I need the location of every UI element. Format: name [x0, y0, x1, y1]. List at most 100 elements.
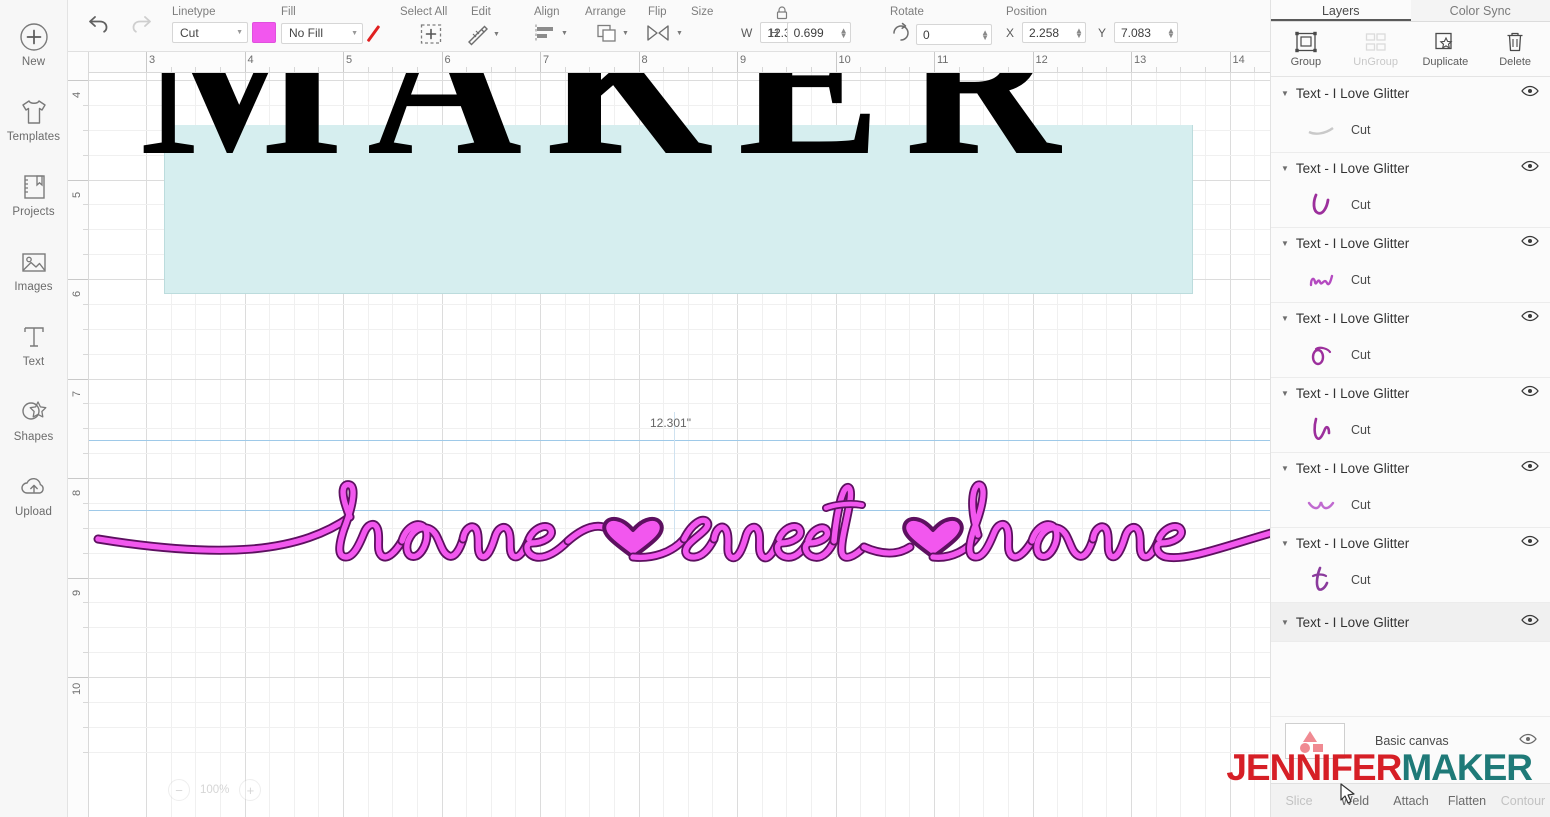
layer-header[interactable]: ▼ Text - I Love Glitter [1271, 528, 1550, 558]
eye-icon[interactable] [1521, 84, 1539, 102]
layer-sublayer[interactable]: Cut [1271, 258, 1550, 302]
layer-header[interactable]: ▼ Text - I Love Glitter [1271, 303, 1550, 333]
layer-header[interactable]: ▼ Text - I Love Glitter [1271, 153, 1550, 183]
layer-thumbnail [1307, 191, 1335, 219]
eye-icon[interactable] [1521, 613, 1539, 631]
sidebar-item-upload[interactable]: Upload [0, 456, 68, 531]
sidebar-item-projects[interactable]: Projects [0, 156, 68, 231]
linetype-select[interactable]: Cut ▼ [172, 22, 248, 43]
layer-group[interactable]: ▼ Text - I Love Glitter Cut [1271, 528, 1550, 603]
undo-icon[interactable] [86, 12, 112, 39]
chevron-down-icon[interactable]: ▼ [1281, 389, 1289, 398]
height-stepper[interactable]: ▲ ▼ [840, 26, 848, 39]
layer-sublayer[interactable]: Cut [1271, 558, 1550, 602]
ruler-h-label: 9 [740, 54, 747, 66]
photo-icon [17, 245, 51, 279]
rotate-input[interactable]: 0 ▲ ▼ [916, 24, 992, 45]
layer-group[interactable]: ▼ Text - I Love Glitter Cut [1271, 153, 1550, 228]
layer-sublayer[interactable]: Cut [1271, 108, 1550, 152]
rotate-icon[interactable] [890, 22, 912, 47]
eye-icon[interactable] [1521, 309, 1539, 327]
ruler-h-label: 6 [444, 54, 451, 66]
group-button[interactable]: Group [1271, 22, 1341, 76]
layer-header[interactable]: ▼ Text - I Love Glitter [1271, 78, 1550, 108]
layer-linetype-label: Cut [1351, 198, 1371, 212]
layers-list[interactable]: ▼ Text - I Love Glitter Cut ▼ Text - I L… [1271, 78, 1550, 718]
position-y-input[interactable]: 7.083 ▲ ▼ [1113, 22, 1178, 43]
ruler-h-label: 12 [1035, 54, 1048, 66]
layer-sublayer[interactable]: Cut [1271, 483, 1550, 527]
arrange-button[interactable]: ▼ [594, 22, 629, 44]
sidebar-label-templates: Templates [6, 130, 61, 143]
layer-group[interactable]: ▼ Text - I Love Glitter Cut [1271, 378, 1550, 453]
height-input[interactable]: 0.699 ▲ ▼ [786, 22, 851, 43]
watermark-maker: MAKER [1401, 747, 1533, 788]
eye-icon[interactable] [1521, 534, 1539, 552]
attach-button[interactable]: Attach [1383, 794, 1439, 808]
layer-linetype-label: Cut [1351, 348, 1371, 362]
sidebar-item-new[interactable]: New [0, 6, 68, 81]
linetype-color-swatch[interactable] [252, 22, 276, 43]
position-y-stepper[interactable]: ▲ ▼ [1167, 26, 1175, 39]
tshirt-icon [17, 95, 51, 129]
sidebar-item-templates[interactable]: Templates [0, 81, 68, 156]
rotate-value: 0 [923, 27, 930, 42]
layer-group[interactable]: ▼ Text - I Love Glitter Cut [1271, 303, 1550, 378]
layer-header[interactable]: ▼ Text - I Love Glitter [1271, 453, 1550, 483]
chevron-down-icon[interactable]: ▼ [1281, 464, 1289, 473]
grid-line-major [146, 73, 147, 817]
layer-group[interactable]: ▼ Text - I Love Glitter Cut [1271, 78, 1550, 153]
no-fill-swatch[interactable] [367, 22, 395, 44]
horizontal-ruler[interactable]: 3 4 5 6 7 8 9 10 11 12 13 14 [68, 52, 1270, 73]
chevron-down-icon[interactable]: ▼ [1281, 239, 1289, 248]
sidebar-label-new: New [21, 55, 46, 68]
script-artwork-home-sweet-home[interactable] [92, 477, 1270, 587]
layer-group[interactable]: ▼ Text - I Love Glitter [1271, 603, 1550, 642]
chevron-down-icon[interactable]: ▼ [1281, 314, 1289, 323]
sidebar-item-shapes[interactable]: Shapes [0, 381, 68, 456]
ruler-h-label: 11 [937, 54, 949, 66]
plus-circle-icon[interactable]: + [239, 779, 262, 801]
rotate-stepper[interactable]: ▲ ▼ [981, 28, 989, 41]
left-sidebar: New Templates Projects Images Text Shape… [0, 0, 68, 817]
layer-header[interactable]: ▼ Text - I Love Glitter [1271, 228, 1550, 258]
eye-icon[interactable] [1521, 384, 1539, 402]
edit-button[interactable]: ▼ [465, 22, 500, 46]
align-button[interactable]: ▼ [533, 22, 568, 44]
flatten-button[interactable]: Flatten [1439, 794, 1495, 808]
redo-icon [128, 12, 154, 39]
layer-group[interactable]: ▼ Text - I Love Glitter Cut [1271, 228, 1550, 303]
plus-circle-icon [17, 20, 51, 54]
layer-header[interactable]: ▼ Text - I Love Glitter [1271, 378, 1550, 408]
design-canvas[interactable]: MAKER 12.301" − 100% + [68, 52, 1270, 817]
ruler-h-label: 4 [247, 54, 254, 66]
chevron-down-icon[interactable]: ▼ [1281, 539, 1289, 548]
layer-sublayer[interactable]: Cut [1271, 408, 1550, 452]
linetype-value: Cut [180, 25, 199, 40]
layer-sublayer[interactable]: Cut [1271, 333, 1550, 377]
layer-name: Text - I Love Glitter [1295, 85, 1410, 101]
layer-header[interactable]: ▼ Text - I Love Glitter [1271, 603, 1550, 641]
eye-icon[interactable] [1521, 159, 1539, 177]
chevron-down-icon[interactable]: ▼ [1281, 164, 1289, 173]
ruler-v-label: 5 [71, 191, 83, 198]
minus-circle-icon[interactable]: − [168, 779, 190, 801]
delete-button[interactable]: Delete [1480, 22, 1550, 76]
fill-select[interactable]: No Fill ▼ [281, 22, 363, 44]
sidebar-item-images[interactable]: Images [0, 231, 68, 306]
tab-color-sync[interactable]: Color Sync [1411, 0, 1550, 21]
layer-group[interactable]: ▼ Text - I Love Glitter Cut [1271, 453, 1550, 528]
eye-icon[interactable] [1521, 459, 1539, 477]
tab-layers[interactable]: Layers [1271, 0, 1411, 21]
position-x-input[interactable]: 2.258 ▲ ▼ [1022, 22, 1086, 43]
flip-button[interactable]: ▼ [644, 22, 683, 44]
position-x-stepper[interactable]: ▲ ▼ [1075, 26, 1083, 39]
eye-icon[interactable] [1521, 234, 1539, 252]
layer-sublayer[interactable]: Cut [1271, 183, 1550, 227]
chevron-down-icon[interactable]: ▼ [1281, 89, 1289, 98]
sidebar-item-text[interactable]: Text [0, 306, 68, 381]
duplicate-button[interactable]: Duplicate [1411, 22, 1481, 76]
vertical-ruler[interactable]: 4 5 6 7 8 9 10 [68, 52, 89, 817]
select-all-icon[interactable] [418, 22, 444, 51]
chevron-down-icon[interactable]: ▼ [1281, 618, 1289, 627]
